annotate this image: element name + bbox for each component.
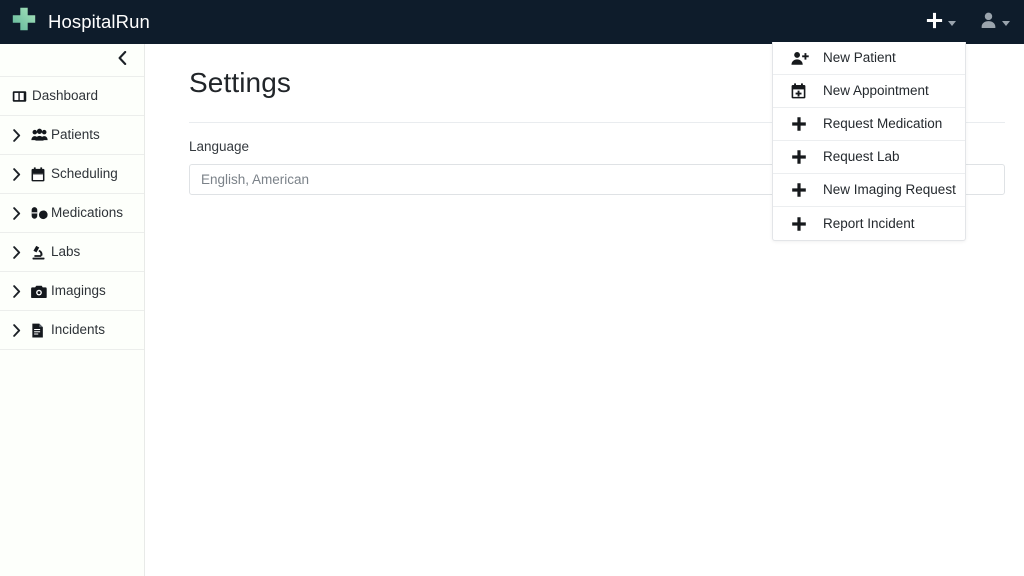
calendar-icon [31, 166, 51, 182]
chevron-left-icon [117, 50, 128, 70]
chevron-right-icon [12, 206, 31, 220]
menu-item-label: New Imaging Request [823, 182, 956, 198]
brand-name: HospitalRun [48, 10, 150, 32]
sidebar-item-label: Medications [51, 205, 124, 221]
new-item-dropdown-menu: New Patient New Appointment Request Medi… [772, 42, 966, 241]
user-plus-icon [791, 51, 823, 66]
new-item-menu-button[interactable] [925, 0, 956, 44]
menu-item-label: New Appointment [823, 83, 929, 99]
sidebar-item-imagings[interactable]: Imagings [0, 272, 144, 311]
sidebar-item-patients[interactable]: Patients [0, 116, 144, 155]
sidebar-item-incidents[interactable]: Incidents [0, 311, 144, 350]
menu-item-report-incident[interactable]: Report Incident [773, 207, 965, 240]
file-document-icon [31, 323, 51, 338]
chevron-right-icon [12, 128, 31, 142]
sidebar-item-label: Incidents [51, 322, 106, 338]
microscope-icon [31, 245, 51, 260]
caret-down-icon [948, 21, 956, 26]
menu-item-request-lab[interactable]: Request Lab [773, 141, 965, 174]
plus-icon [791, 149, 823, 165]
user-menu-button[interactable] [979, 0, 1010, 44]
chevron-right-icon [12, 323, 31, 337]
plus-icon [925, 11, 944, 33]
menu-item-new-appointment[interactable]: New Appointment [773, 75, 965, 108]
sidebar-item-label: Patients [51, 127, 100, 143]
sidebar-item-dashboard[interactable]: Dashboard [0, 77, 144, 116]
sidebar-item-labs[interactable]: Labs [0, 233, 144, 272]
caret-down-icon [1002, 21, 1010, 26]
chevron-right-icon [12, 284, 31, 298]
sidebar-item-label: Scheduling [51, 166, 118, 182]
navbar-actions [925, 0, 1024, 44]
menu-item-label: Request Lab [823, 149, 900, 165]
sidebar-collapse-button[interactable] [0, 44, 144, 77]
plus-icon [791, 182, 823, 198]
calendar-plus-icon [791, 83, 823, 99]
plus-icon [791, 116, 823, 132]
dashboard-columns-icon [12, 89, 32, 104]
medical-cross-icon [11, 7, 37, 38]
menu-item-new-patient[interactable]: New Patient [773, 42, 965, 75]
sidebar-item-scheduling[interactable]: Scheduling [0, 155, 144, 194]
sidebar-item-label: Labs [51, 244, 81, 260]
menu-item-label: Request Medication [823, 116, 943, 132]
top-navbar: HospitalRun [0, 0, 1024, 44]
menu-item-new-imaging-request[interactable]: New Imaging Request [773, 174, 965, 207]
chevron-right-icon [12, 167, 31, 181]
sidebar-item-label: Imagings [51, 283, 106, 299]
camera-icon [31, 285, 51, 298]
sidebar-item-medications[interactable]: Medications [0, 194, 144, 233]
plus-icon [791, 216, 823, 232]
menu-item-label: Report Incident [823, 215, 915, 231]
pills-icon [31, 206, 51, 220]
brand-logo-link[interactable]: HospitalRun [0, 0, 150, 44]
user-icon [979, 11, 998, 33]
sidebar-item-label: Dashboard [32, 88, 99, 104]
menu-item-label: New Patient [823, 50, 896, 66]
users-group-icon [31, 128, 51, 142]
menu-item-request-medication[interactable]: Request Medication [773, 108, 965, 141]
chevron-right-icon [12, 245, 31, 259]
sidebar: Dashboard Patients Scheduling Medication… [0, 44, 145, 576]
